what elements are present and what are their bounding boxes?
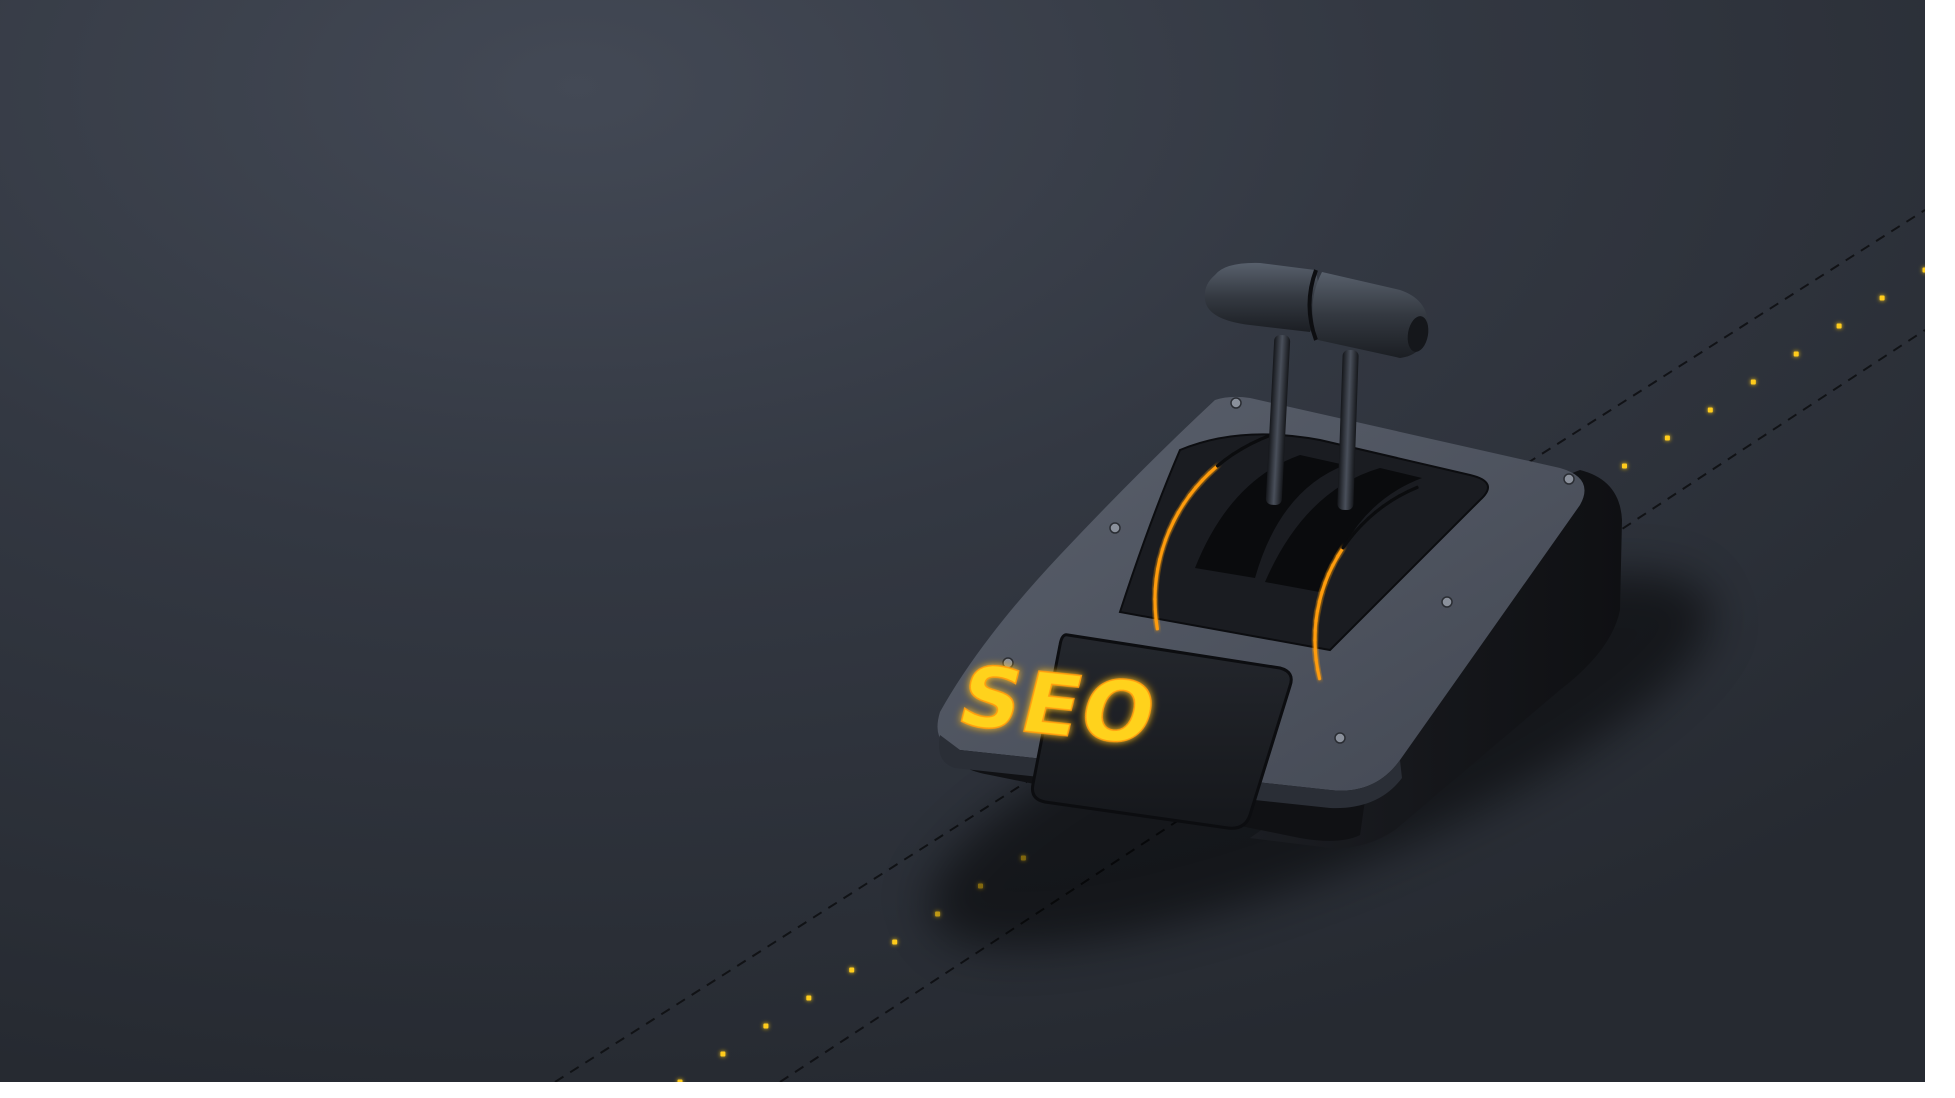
track-dot	[1793, 351, 1799, 357]
track-dot	[1879, 295, 1885, 301]
track-dot	[1622, 463, 1627, 469]
screw	[1563, 473, 1575, 485]
track-dot	[720, 1051, 726, 1057]
track-dot	[763, 1023, 769, 1029]
track-dot	[892, 939, 898, 945]
screw	[1230, 397, 1242, 409]
track-dot	[677, 1079, 683, 1082]
track-dot	[1922, 267, 1925, 273]
screw	[1441, 596, 1453, 608]
screw	[1334, 732, 1346, 744]
track-dot	[1836, 323, 1842, 329]
track-dot	[806, 995, 812, 1001]
seo-label: SEO	[949, 648, 1167, 764]
track-dot	[849, 967, 855, 973]
screw	[1109, 522, 1121, 534]
seo-throttle-illustration: SEO	[0, 0, 1925, 1082]
track-dot	[1750, 379, 1756, 385]
track-dot	[1664, 435, 1670, 441]
scene-svg: SEO	[0, 0, 1925, 1082]
track-dot	[1707, 407, 1713, 413]
